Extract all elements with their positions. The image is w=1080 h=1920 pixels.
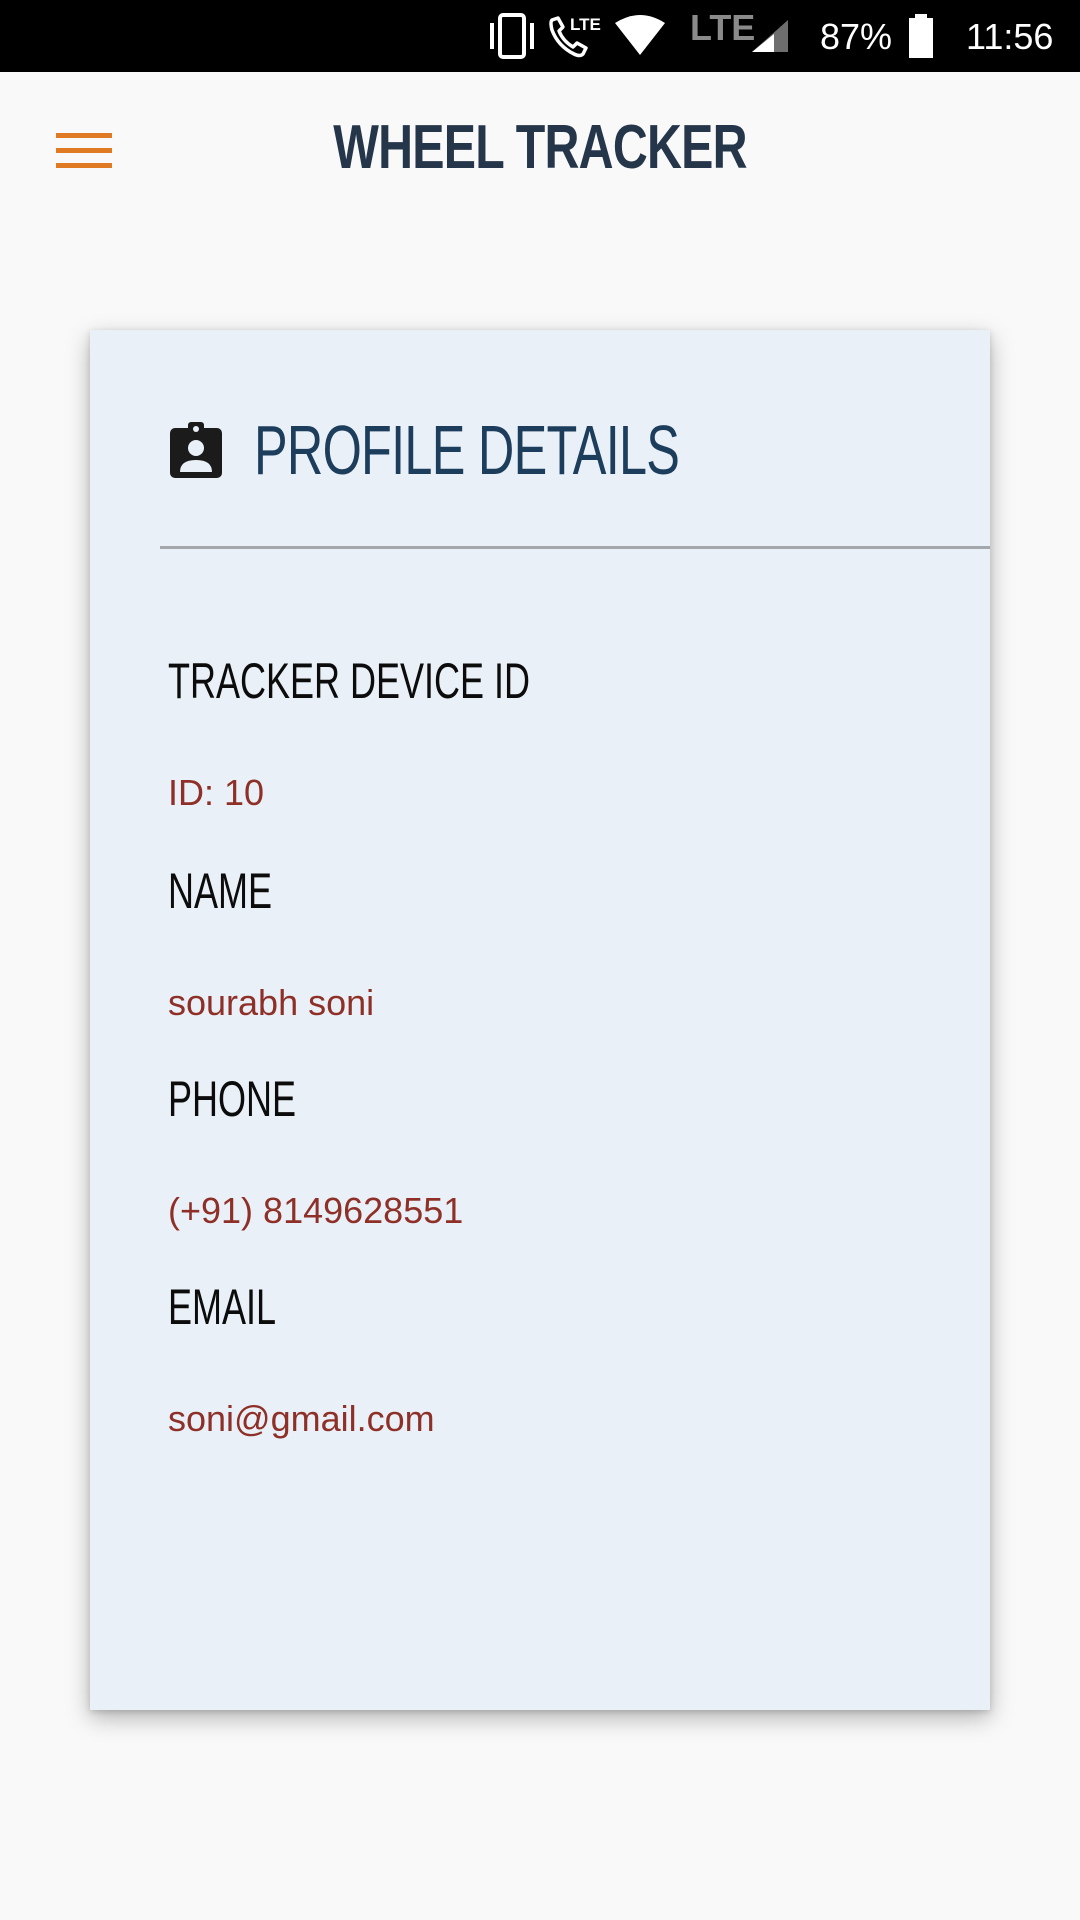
assignment-ind-icon	[170, 422, 222, 478]
field-value-email: soni@gmail.com	[168, 1398, 435, 1439]
card-header: PROFILE DETAILS	[168, 410, 845, 490]
vibrate-icon	[484, 0, 540, 72]
field-value-tracker-id: ID: 10	[168, 772, 265, 813]
status-bar: LTE LTE 87% 11:56	[0, 0, 1080, 72]
field-label-phone: PHONE	[168, 1071, 297, 1127]
battery-percent: 87%	[820, 16, 893, 57]
field-value-phone: (+91) 8149628551	[168, 1190, 464, 1231]
status-time: 11:56	[966, 16, 1054, 57]
signal-icon	[748, 0, 792, 72]
wifi-icon	[612, 0, 668, 72]
battery-icon	[904, 0, 938, 72]
svg-text:LTE: LTE	[570, 15, 601, 34]
card-title: PROFILE DETAILS	[254, 411, 680, 489]
hamburger-menu-icon[interactable]	[40, 114, 130, 186]
volte-call-icon: LTE	[546, 0, 606, 72]
field-label-tracker-id: TRACKER DEVICE ID	[168, 653, 531, 709]
field-value-name: sourabh soni	[168, 982, 375, 1023]
field-label-email: EMAIL	[168, 1279, 277, 1335]
field-label-name: NAME	[168, 863, 273, 919]
divider	[160, 546, 990, 549]
app-bar: WHEEL TRACKER	[0, 72, 1080, 240]
app-title: WHEEL TRACKER	[333, 113, 747, 182]
profile-card: PROFILE DETAILS TRACKER DEVICE ID ID: 10…	[90, 330, 990, 1710]
lte-icon: LTE	[690, 7, 756, 48]
